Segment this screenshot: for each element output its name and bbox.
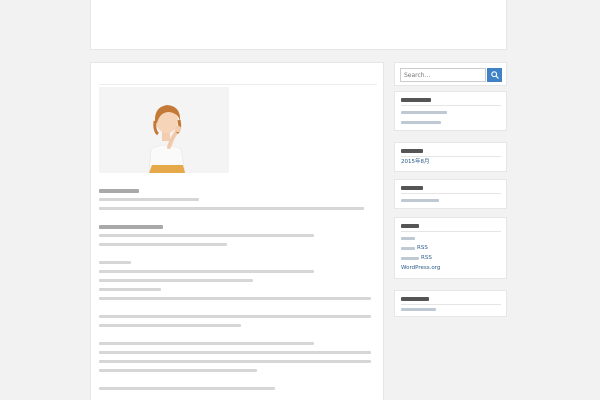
widget-title [401,98,431,102]
extra-widget [394,290,507,317]
body-line [99,261,131,264]
body-line [99,234,314,237]
site-title[interactable] [99,12,499,30]
widget-divider [401,304,501,305]
body-line [99,270,314,273]
widget-title [401,186,423,190]
widget-title [401,149,423,153]
body-line [99,279,253,282]
wordpress-org-link[interactable]: WordPress.org [401,264,440,273]
widget-divider [401,231,501,232]
search-input[interactable] [400,68,486,82]
entries-rss-link[interactable]: RSS [417,244,428,253]
body-line [99,243,227,246]
body-line [99,360,371,363]
body-line [99,288,161,291]
comments-rss-link-prefix [401,257,419,260]
recent-posts-widget [394,91,507,131]
body-line [99,324,241,327]
widget-divider [401,156,501,157]
body-line [99,207,364,210]
search-icon [490,71,499,79]
body-line [99,387,275,390]
widget-divider [401,105,501,106]
body-line [99,198,199,201]
body-line [99,369,257,372]
recent-post-link[interactable] [401,121,441,124]
widget-title [401,297,429,301]
body-line [99,297,371,300]
body-line [99,351,371,354]
widget-title [401,224,419,228]
title-divider [99,84,377,85]
body-line [99,315,371,318]
login-link[interactable] [401,237,415,240]
body-line [99,189,139,193]
post-hero-image [99,87,229,173]
archives-widget: 2015年8月 [394,142,507,172]
category-link[interactable] [401,199,439,202]
body-line [99,342,314,345]
comments-rss-link[interactable]: RSS [421,254,432,263]
post-title[interactable] [99,67,379,83]
recent-post-link[interactable] [401,111,447,114]
archive-link[interactable]: 2015年8月 [401,158,430,167]
post-card [90,62,384,400]
entries-rss-link-prefix [401,247,415,250]
woman-thinking-illustration [99,87,229,173]
search-button[interactable] [487,68,502,82]
site-description [99,38,499,47]
widget-link[interactable] [401,308,436,311]
meta-widget: RSS RSS WordPress.org [394,217,507,279]
body-line [99,225,163,229]
categories-widget [394,179,507,209]
search-widget [394,62,507,86]
widget-divider [401,193,501,194]
site-header [90,0,507,50]
